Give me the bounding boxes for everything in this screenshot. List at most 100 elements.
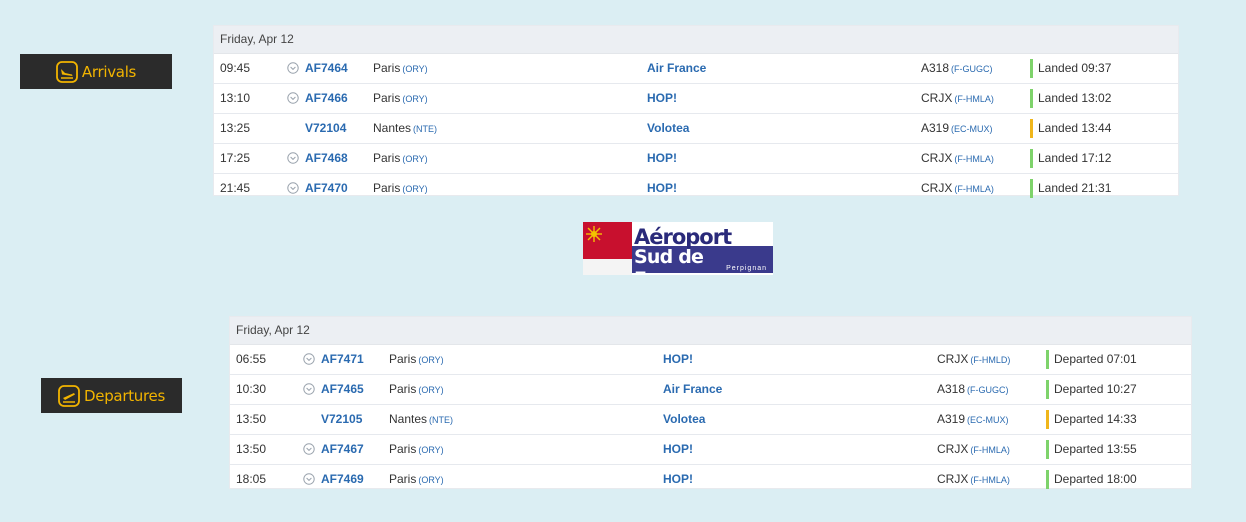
airline-link[interactable]: HOP! <box>647 144 677 173</box>
flight-number-link[interactable]: AF7464 <box>305 54 348 83</box>
flight-row[interactable]: 18:05 AF7469 Paris (ORY) HOP! CRJX (F-HMLA) Dep… <box>230 465 1191 494</box>
city: Nantes (NTE) <box>389 405 453 434</box>
scheduled-time: 13:25 <box>220 121 251 135</box>
flight-number-link[interactable]: AF7469 <box>321 465 364 494</box>
logo-line-1: Aéroport <box>634 225 732 249</box>
aircraft: CRJX (F-HMLA) <box>937 465 1010 494</box>
flight-row[interactable]: 13:25 V72104 Nantes (NTE) Volotea A319 (EC-MUX… <box>214 114 1178 144</box>
flight-status: Departed 10:27 <box>1054 382 1137 396</box>
flight-status: Departed 07:01 <box>1054 352 1137 366</box>
flight-status: Departed 18:00 <box>1054 472 1137 486</box>
scheduled-time: 13:50 <box>236 412 267 426</box>
flight-number-link[interactable]: AF7465 <box>321 375 364 404</box>
aircraft-registration[interactable]: (F-HMLA) <box>970 475 1010 485</box>
airline-link[interactable]: Volotea <box>647 114 689 143</box>
departures-rows: 06:55 AF7471 Paris (ORY) HOP! CRJX (F-HMLD) Dep… <box>230 345 1191 494</box>
airline-link[interactable]: Volotea <box>663 405 705 434</box>
flight-row[interactable]: 17:25 AF7468 Paris (ORY) HOP! CRJX (F-HMLA) Lan… <box>214 144 1178 174</box>
arrivals-board: Friday, Apr 12 09:45 AF7464 Paris (ORY) Air … <box>213 25 1179 198</box>
flight-row[interactable]: 06:55 AF7471 Paris (ORY) HOP! CRJX (F-HMLD) Dep… <box>230 345 1191 375</box>
aircraft-registration[interactable]: (F-HMLA) <box>954 184 994 194</box>
airline-link[interactable]: HOP! <box>647 84 677 113</box>
scheduled-time: 17:25 <box>220 151 251 165</box>
status-indicator <box>1046 410 1049 429</box>
occitanie-cross-icon <box>586 226 602 242</box>
chevron-down-circle-icon[interactable] <box>287 92 299 104</box>
scheduled-time: 13:10 <box>220 91 251 105</box>
departures-button-label: Departures <box>84 386 165 405</box>
flight-row[interactable]: 09:45 AF7464 Paris (ORY) Air France A318 (F-GU… <box>214 54 1178 84</box>
airport-code: (ORY) <box>402 154 428 164</box>
flight-number-link[interactable]: AF7468 <box>305 144 348 173</box>
chevron-down-circle-icon[interactable] <box>303 353 315 365</box>
chevron-down-circle-icon[interactable] <box>303 383 315 395</box>
flight-row[interactable]: 13:10 AF7466 Paris (ORY) HOP! CRJX (F-HMLA) Lan… <box>214 84 1178 114</box>
airline-link[interactable]: HOP! <box>663 435 693 464</box>
plane-takeoff-icon <box>58 384 80 407</box>
flight-number-link[interactable]: AF7466 <box>305 84 348 113</box>
arrivals-date-header: Friday, Apr 12 <box>214 26 1178 54</box>
aircraft: A318 (F-GUGC) <box>937 375 1009 404</box>
status-indicator <box>1030 179 1033 198</box>
flight-row[interactable]: 13:50 AF7467 Paris (ORY) HOP! CRJX (F-HMLA) Dep… <box>230 435 1191 465</box>
flight-row[interactable]: 13:50 V72105 Nantes (NTE) Volotea A319 (EC-MUX… <box>230 405 1191 435</box>
chevron-down-circle-icon[interactable] <box>287 182 299 194</box>
status-indicator <box>1030 149 1033 168</box>
airport-code: (ORY) <box>418 385 444 395</box>
status-indicator <box>1046 470 1049 489</box>
airline-link[interactable]: HOP! <box>663 465 693 494</box>
city-name: Paris <box>389 382 417 396</box>
status-indicator <box>1030 89 1033 108</box>
aircraft-type: CRJX <box>937 472 969 486</box>
flight-number-link[interactable]: AF7470 <box>305 174 348 203</box>
airline-link[interactable]: Air France <box>647 54 706 83</box>
airport-code: (NTE) <box>429 415 454 425</box>
chevron-down-circle-icon[interactable] <box>287 152 299 164</box>
arrivals-rows: 09:45 AF7464 Paris (ORY) Air France A318 (F-GU… <box>214 54 1178 203</box>
arrivals-button[interactable]: Arrivals <box>20 54 172 89</box>
aircraft: A319 (EC-MUX) <box>937 405 1009 434</box>
aircraft-type: A319 <box>937 412 966 426</box>
aircraft-registration[interactable]: (F-HMLA) <box>970 445 1010 455</box>
airport-code: (ORY) <box>418 475 444 485</box>
city-name: Paris <box>389 442 417 456</box>
airport-code: (ORY) <box>402 94 428 104</box>
aircraft-registration[interactable]: (F-GUGC) <box>967 385 1009 395</box>
flight-number-link[interactable]: AF7471 <box>321 345 364 374</box>
flight-row[interactable]: 10:30 AF7465 Paris (ORY) Air France A318 (F-GU… <box>230 375 1191 405</box>
flight-status: Departed 13:55 <box>1054 442 1137 456</box>
airline-link[interactable]: HOP! <box>663 345 693 374</box>
status-indicator <box>1046 350 1049 369</box>
chevron-down-circle-icon[interactable] <box>303 473 315 485</box>
city: Paris (ORY) <box>389 345 444 374</box>
aircraft-type: CRJX <box>921 151 953 165</box>
aircraft-registration[interactable]: (F-HMLA) <box>954 154 994 164</box>
departures-button[interactable]: Departures <box>41 378 182 413</box>
city: Paris (ORY) <box>389 435 444 464</box>
flight-number-link[interactable]: V72104 <box>305 114 346 143</box>
chevron-down-circle-icon[interactable] <box>287 62 299 74</box>
flight-row[interactable]: 21:45 AF7470 Paris (ORY) HOP! CRJX (F-HMLA) Lan… <box>214 174 1178 203</box>
aircraft-registration[interactable]: (F-HMLA) <box>954 94 994 104</box>
status-indicator <box>1030 59 1033 78</box>
airline-link[interactable]: Air France <box>663 375 722 404</box>
scheduled-time: 10:30 <box>236 382 267 396</box>
plane-landing-icon <box>56 60 78 83</box>
airline-link[interactable]: HOP! <box>647 174 677 203</box>
logo-strip <box>583 259 632 275</box>
chevron-down-circle-icon[interactable] <box>303 443 315 455</box>
aircraft-type: A318 <box>937 382 966 396</box>
aircraft-type: A319 <box>921 121 950 135</box>
flight-number-link[interactable]: V72105 <box>321 405 362 434</box>
aircraft-registration[interactable]: (EC-MUX) <box>967 415 1009 425</box>
flight-number-link[interactable]: AF7467 <box>321 435 364 464</box>
flight-status: Landed 09:37 <box>1038 61 1112 75</box>
aircraft: CRJX (F-HMLA) <box>921 174 994 203</box>
aircraft-type: CRJX <box>921 181 953 195</box>
aircraft-registration[interactable]: (F-GUGC) <box>951 64 993 74</box>
aircraft-registration[interactable]: (EC-MUX) <box>951 124 993 134</box>
city-name: Paris <box>373 181 401 195</box>
departures-board: Friday, Apr 12 06:55 AF7471 Paris (ORY) HOP!… <box>229 316 1192 489</box>
flight-status: Departed 14:33 <box>1054 412 1137 426</box>
aircraft-registration[interactable]: (F-HMLD) <box>970 355 1010 365</box>
